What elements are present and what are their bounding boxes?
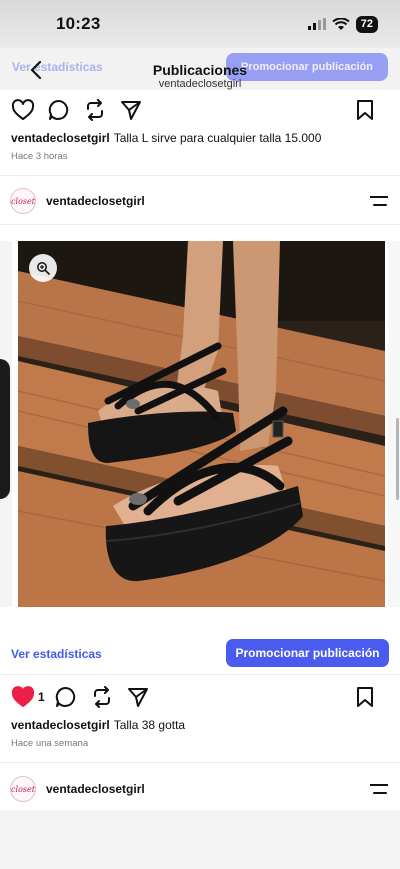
status-bar: 10:23 72 bbox=[0, 0, 400, 48]
post-actions bbox=[0, 96, 400, 124]
divider bbox=[0, 762, 400, 763]
like-button[interactable] bbox=[10, 684, 36, 710]
caption-username[interactable]: ventadeclosetgirl bbox=[11, 718, 110, 732]
avatar[interactable]: closet bbox=[10, 188, 36, 214]
comment-icon bbox=[48, 99, 69, 120]
divider bbox=[0, 224, 400, 225]
nav-header: Ver estadísticas Promocionar publicación… bbox=[0, 48, 400, 90]
menu-icon[interactable] bbox=[370, 195, 388, 207]
bookmark-icon bbox=[357, 100, 373, 120]
comment-button[interactable] bbox=[46, 97, 72, 123]
comment-button[interactable] bbox=[53, 684, 79, 710]
repost-button[interactable] bbox=[89, 684, 115, 710]
share-icon bbox=[127, 688, 148, 707]
heart-icon bbox=[11, 99, 35, 120]
repost-icon bbox=[93, 686, 110, 708]
nav-title-block: Publicaciones ventadeclosetgirl bbox=[100, 62, 300, 91]
avatar-logo-text: closet bbox=[11, 196, 35, 206]
like-button[interactable] bbox=[10, 97, 36, 123]
post-timestamp: Hace 3 horas bbox=[11, 151, 68, 162]
bookmark-icon bbox=[357, 687, 373, 707]
repost-button[interactable] bbox=[82, 97, 108, 123]
back-icon bbox=[30, 60, 42, 80]
view-stats-link[interactable]: Ver estadísticas bbox=[11, 647, 102, 661]
previous-image-peek[interactable] bbox=[0, 241, 12, 607]
zoom-icon bbox=[37, 262, 50, 275]
share-button[interactable] bbox=[125, 684, 151, 710]
sandals-photo bbox=[18, 241, 385, 607]
page-title: Publicaciones bbox=[152, 62, 248, 78]
post-actions: 1 bbox=[0, 683, 400, 711]
post-caption: ventadeclosetgirl Talla L sirve para cual… bbox=[11, 131, 321, 145]
avatar[interactable]: closet bbox=[10, 776, 36, 802]
post-insights-row: Ver estadísticas Promocionar publicación bbox=[0, 638, 400, 668]
comment-icon bbox=[55, 686, 75, 707]
post-timestamp: Hace una semana bbox=[11, 738, 89, 749]
promote-post-button[interactable]: Promocionar publicación bbox=[226, 639, 389, 667]
back-button[interactable] bbox=[24, 58, 48, 82]
like-count[interactable]: 1 bbox=[38, 690, 45, 704]
bottom-area bbox=[0, 810, 400, 869]
signal-icon bbox=[307, 18, 326, 30]
caption-username[interactable]: ventadeclosetgirl bbox=[11, 131, 110, 145]
caption-text: Talla 38 gotta bbox=[113, 718, 186, 732]
repost-icon bbox=[87, 99, 103, 121]
zoom-button[interactable] bbox=[29, 254, 57, 282]
post-header: closet ventadeclosetgirl bbox=[0, 186, 400, 216]
battery-indicator: 72 bbox=[355, 15, 378, 33]
divider bbox=[0, 674, 400, 675]
post-image[interactable] bbox=[18, 241, 385, 607]
post-image-carousel[interactable] bbox=[0, 241, 400, 607]
page-subtitle: ventadeclosetgirl bbox=[158, 78, 242, 90]
status-icons: 72 bbox=[307, 15, 378, 33]
caption-text: Talla L sirve para cualquier talla 15.00… bbox=[113, 131, 322, 145]
post-username[interactable]: ventadeclosetgirl bbox=[46, 194, 145, 208]
post-caption: ventadeclosetgirl Talla 38 gotta bbox=[11, 718, 185, 732]
post-header: closet ventadeclosetgirl bbox=[0, 774, 400, 804]
share-icon bbox=[121, 101, 141, 120]
save-button[interactable] bbox=[352, 97, 378, 123]
menu-icon[interactable] bbox=[370, 783, 388, 795]
status-time: 10:23 bbox=[56, 14, 101, 33]
scroll-indicator[interactable] bbox=[396, 418, 399, 500]
save-button[interactable] bbox=[352, 684, 378, 710]
wifi-icon bbox=[332, 17, 350, 30]
avatar-logo-text: closet bbox=[11, 784, 35, 794]
post-username[interactable]: ventadeclosetgirl bbox=[46, 782, 145, 796]
heart-icon bbox=[11, 686, 35, 707]
divider bbox=[0, 175, 400, 176]
share-button[interactable] bbox=[118, 97, 144, 123]
